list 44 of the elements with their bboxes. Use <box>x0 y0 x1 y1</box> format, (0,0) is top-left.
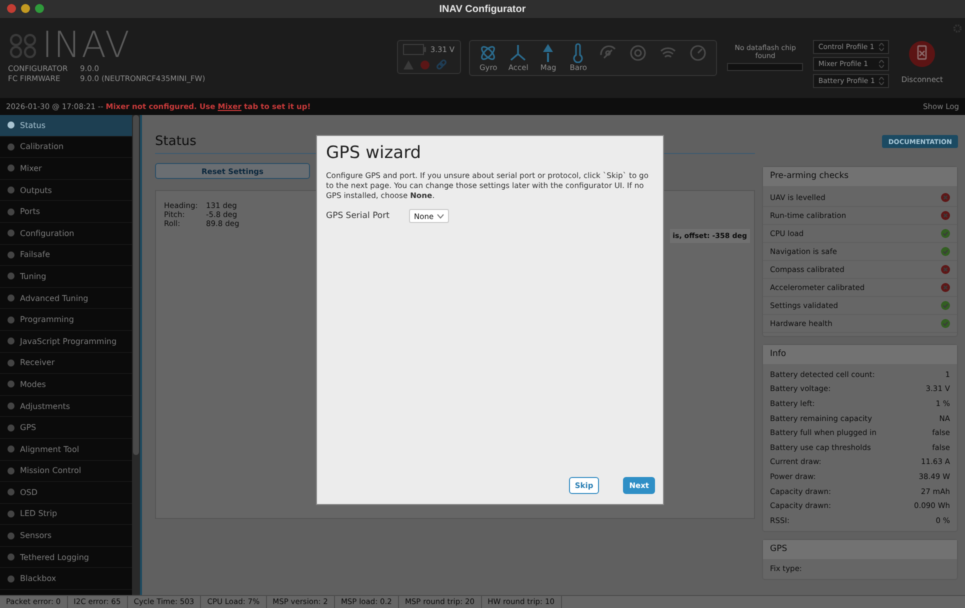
dot-icon <box>7 142 15 151</box>
dot-icon <box>7 424 15 432</box>
dot-icon <box>7 208 15 216</box>
dot-icon <box>7 316 15 324</box>
dot-icon <box>7 164 15 172</box>
panel-title: GPS <box>763 540 957 559</box>
dialog-title: GPS wizard <box>326 143 422 163</box>
warning-icon <box>403 60 414 70</box>
caret-icon <box>879 60 884 68</box>
dot-icon <box>7 574 15 583</box>
caret-icon <box>879 77 884 85</box>
dot-icon <box>7 250 15 259</box>
alarm-icon <box>420 60 430 70</box>
scrollbar[interactable] <box>132 115 140 595</box>
dot-icon <box>7 466 15 475</box>
battery-icon <box>403 44 428 55</box>
chevron-down-icon <box>437 214 444 218</box>
panel-title: Info <box>763 345 957 364</box>
dot-icon <box>7 294 15 302</box>
dot-icon <box>7 553 15 562</box>
dot-icon <box>7 337 15 346</box>
dot-icon <box>7 445 15 454</box>
dot-icon <box>7 532 15 540</box>
dot-icon <box>7 358 15 367</box>
dot-icon <box>7 272 15 280</box>
quad-logo-icon <box>8 33 38 59</box>
field-label: GPS Serial Port <box>326 211 390 221</box>
panel-title: Pre-arming checks <box>763 167 957 186</box>
settings-icon[interactable] <box>953 24 962 33</box>
link-icon <box>436 59 448 70</box>
caret-icon <box>879 43 884 51</box>
logo-text: INAV <box>42 28 130 64</box>
usb-plug-icon <box>909 41 936 67</box>
dot-icon <box>7 510 15 518</box>
dot-icon <box>7 121 15 130</box>
dot-icon <box>7 380 15 388</box>
scrollbar-thumb[interactable] <box>133 115 139 455</box>
sidebar-item[interactable]: Status <box>0 115 132 137</box>
dot-icon <box>7 186 15 194</box>
dot-icon <box>7 229 15 238</box>
dot-icon <box>7 488 15 496</box>
window-title: INAV Configurator <box>439 4 526 14</box>
dot-icon <box>7 402 15 410</box>
page-title: Status <box>155 134 196 149</box>
